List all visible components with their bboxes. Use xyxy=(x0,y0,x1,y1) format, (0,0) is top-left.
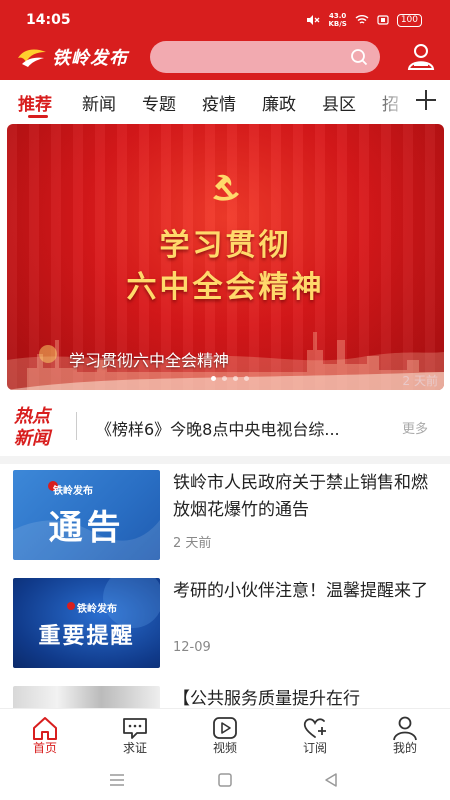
nav-mine[interactable]: 我的 xyxy=(360,709,450,761)
news-item[interactable]: 铁岭发布 重要提醒 考研的小伙伴注意！温馨提醒来了 12-09 xyxy=(0,572,450,682)
bottom-nav: 首页 求证 视频 订阅 我的 xyxy=(0,708,450,760)
tab-integrity[interactable]: 廉政 xyxy=(262,90,296,115)
nav-verify[interactable]: 求证 xyxy=(90,709,180,761)
thumb-text: 重要提醒 xyxy=(38,624,135,649)
home-button-icon[interactable] xyxy=(216,771,234,789)
carousel-dots xyxy=(211,376,249,381)
tab-news[interactable]: 新闻 xyxy=(82,90,116,115)
hot-news-headline[interactable]: 《榜样6》今晚8点中央电视台综... xyxy=(96,416,386,440)
emblem-icon xyxy=(213,174,239,201)
add-tab-icon[interactable] xyxy=(412,86,440,114)
system-nav-bar xyxy=(0,760,450,800)
chat-bubble-icon xyxy=(123,718,147,739)
search-bar[interactable] xyxy=(150,41,380,73)
logo-mark-icon xyxy=(18,49,46,67)
hot-news-label: 热点 新闻 xyxy=(14,406,50,449)
user-icon xyxy=(393,716,417,741)
thumb-brand: 铁岭发布 xyxy=(77,604,117,615)
banner-caption: 学习贯彻六中全会精神 xyxy=(69,351,230,370)
banner-headline-1: 学习贯彻 xyxy=(159,228,292,263)
app-name: 铁岭发布 xyxy=(52,48,128,69)
play-icon xyxy=(213,717,237,739)
heart-plus-icon xyxy=(303,718,326,738)
news-title: 考研的小伙伴注意！温馨提醒来了 xyxy=(173,581,428,601)
home-icon xyxy=(33,717,57,740)
menu-icon[interactable] xyxy=(108,771,126,789)
tabs-fade xyxy=(370,80,410,122)
section-gap xyxy=(0,456,450,464)
flag-emblem-icon xyxy=(39,345,57,363)
active-tab-indicator xyxy=(28,115,48,118)
app-logo: 铁岭发布 xyxy=(16,44,128,70)
carousel-dot[interactable] xyxy=(233,376,238,381)
nav-home[interactable]: 首页 xyxy=(0,709,90,761)
battery-indicator: 100 xyxy=(396,13,422,27)
news-date: 12-09 xyxy=(173,640,211,655)
user-profile-icon[interactable] xyxy=(406,42,436,72)
tab-topics[interactable]: 专题 xyxy=(142,90,176,115)
carousel-dot[interactable] xyxy=(211,376,216,381)
city-skyline xyxy=(7,332,444,390)
tab-counties[interactable]: 县区 xyxy=(322,90,356,115)
tab-recommend[interactable]: 推荐 xyxy=(18,90,52,115)
more-link[interactable]: 更多 xyxy=(402,418,428,437)
news-thumbnail: 铁岭发布 重要提醒 xyxy=(13,578,160,668)
status-time: 14:05 xyxy=(26,12,71,28)
carousel-dot[interactable] xyxy=(244,376,249,381)
nav-video[interactable]: 视频 xyxy=(180,709,270,761)
status-icons: 43.0 KB/S 100 xyxy=(306,12,422,28)
news-title: 铁岭市人民政府关于禁止销售和燃放烟花爆竹的通告 xyxy=(173,473,428,520)
app-screen: 14:05 43.0 KB/S 100 铁岭发布 推荐 新闻 专题 疫情 廉政 … xyxy=(0,0,450,800)
wifi-icon xyxy=(355,15,369,24)
tab-epidemic[interactable]: 疫情 xyxy=(202,90,236,115)
thumb-brand: 铁岭发布 xyxy=(53,486,93,497)
news-item[interactable]: 铁岭发布 通告 铁岭市人民政府关于禁止销售和燃放烟花爆竹的通告 2 天前 xyxy=(0,464,450,574)
mute-icon xyxy=(307,15,320,25)
hot-news-ticker[interactable]: 热点 新闻 《榜样6》今晚8点中央电视台综... 更多 xyxy=(0,398,450,456)
status-bar: 14:05 43.0 KB/S 100 xyxy=(0,0,450,38)
banner-time: 2 天前 xyxy=(402,374,438,388)
divider xyxy=(76,412,77,440)
banner-carousel[interactable]: 学习贯彻 六中全会精神 学习贯彻六中全会精神 2 天前 xyxy=(7,124,444,390)
carousel-dot[interactable] xyxy=(222,376,227,381)
nav-subscribe[interactable]: 订阅 xyxy=(270,709,360,761)
category-tabs: 推荐 新闻 专题 疫情 廉政 县区 招 xyxy=(0,80,450,122)
news-thumbnail: 铁岭发布 通告 xyxy=(13,470,160,560)
news-date: 2 天前 xyxy=(173,536,212,551)
net-speed: 43.0 KB/S xyxy=(328,12,347,28)
back-icon[interactable] xyxy=(322,771,340,789)
sim-icon xyxy=(377,15,389,25)
search-icon[interactable] xyxy=(350,48,368,66)
thumb-text: 通告 xyxy=(48,508,125,548)
